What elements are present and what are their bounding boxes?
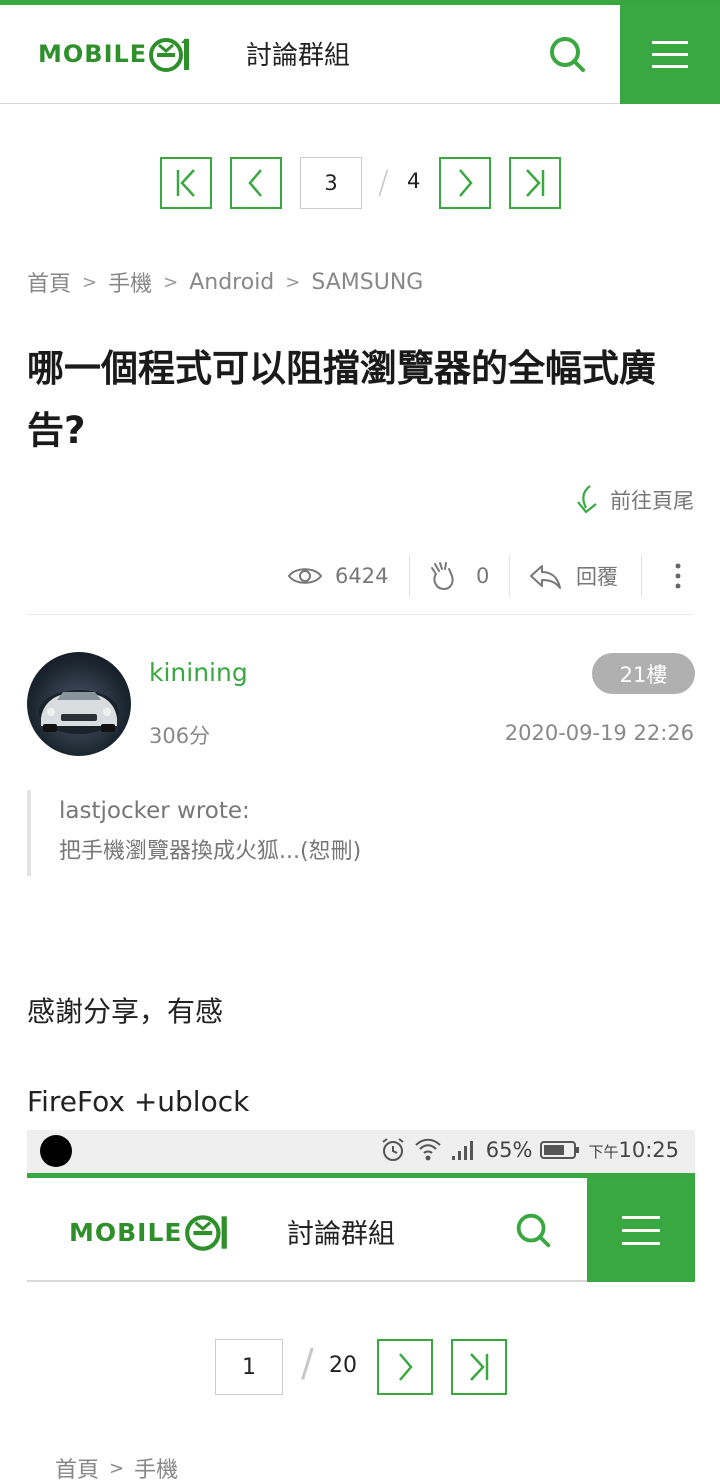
avatar[interactable] bbox=[27, 652, 131, 756]
menu-line bbox=[652, 53, 688, 56]
user-score: 306分 bbox=[149, 724, 211, 748]
chevron-left-icon bbox=[248, 169, 262, 197]
breadcrumb-home[interactable]: 首頁 bbox=[27, 266, 71, 298]
stats-divider bbox=[641, 555, 642, 597]
menu-line bbox=[622, 1215, 660, 1219]
breadcrumb-phones: 手機 bbox=[134, 1458, 179, 1480]
quote-text: 把手機瀏覽器換成火狐...(恕刪) bbox=[59, 839, 362, 864]
last-page-button[interactable] bbox=[509, 157, 561, 209]
more-options-button[interactable] bbox=[668, 555, 688, 597]
pagination: 3 / 4 bbox=[0, 157, 720, 211]
pager-slash: / bbox=[378, 163, 389, 201]
time-period: 下午 bbox=[588, 1143, 619, 1161]
status-bar: 65% 下午10:25 bbox=[27, 1130, 695, 1173]
breadcrumb-samsung[interactable]: SAMSUNG bbox=[311, 270, 423, 295]
post-datetime: 2020-09-19 22:26 bbox=[504, 721, 694, 745]
chevron-right-icon bbox=[399, 1353, 413, 1381]
logo-text: MOBILE bbox=[69, 1217, 183, 1247]
menu-line bbox=[622, 1228, 660, 1232]
post-body-text: FireFox +ublock bbox=[27, 1085, 250, 1118]
quote-block: lastjocker wrote: 把手機瀏覽器換成火狐...(恕刪) bbox=[27, 790, 667, 876]
logo-text: MOBILE bbox=[38, 40, 148, 68]
stats-divider bbox=[409, 555, 410, 597]
pagination: 1 / 20 bbox=[27, 1339, 695, 1397]
arrow-down-icon bbox=[577, 485, 597, 514]
clap-icon bbox=[431, 562, 454, 591]
last-page-button bbox=[451, 1339, 507, 1395]
pager-slash: / bbox=[301, 1341, 314, 1385]
signal-icon bbox=[451, 1141, 473, 1160]
breadcrumb-android[interactable]: Android bbox=[189, 270, 274, 295]
view-count: 6424 bbox=[287, 555, 388, 597]
chevron-right-icon: > bbox=[163, 271, 179, 293]
quote-author: lastjocker wrote: bbox=[59, 798, 250, 824]
clock-time: 10:25 bbox=[618, 1138, 679, 1162]
status-icons: 65% 下午10:25 bbox=[380, 1137, 679, 1163]
page-number-input: 1 bbox=[215, 1339, 283, 1395]
first-page-button[interactable] bbox=[160, 157, 212, 209]
breadcrumb-home: 首頁 bbox=[55, 1458, 100, 1480]
eye-icon bbox=[287, 568, 323, 584]
like-count: 0 bbox=[476, 564, 490, 588]
next-page-button bbox=[377, 1339, 433, 1395]
chevron-right-icon bbox=[459, 169, 473, 197]
search-button[interactable] bbox=[544, 31, 590, 77]
attached-screenshot-image[interactable]: 65% 下午10:25 MOBILE 討論群組 1 / 20 首頁 > 手機 bbox=[27, 1130, 695, 1480]
search-icon bbox=[550, 37, 585, 72]
total-pages: 4 bbox=[407, 169, 421, 193]
logo-mark-icon bbox=[184, 1215, 227, 1251]
go-to-bottom-label: 前往頁尾 bbox=[610, 489, 694, 513]
logo-mark-icon bbox=[149, 38, 190, 72]
battery-percent: 65% bbox=[485, 1138, 533, 1162]
car-avatar-image bbox=[39, 690, 119, 734]
camera-cutout bbox=[40, 1135, 72, 1167]
section-divider bbox=[27, 614, 693, 615]
header-title: 討論群組 bbox=[287, 1219, 395, 1250]
chevron-right-icon: > bbox=[82, 271, 98, 293]
reply-icon bbox=[530, 565, 561, 589]
menu-line bbox=[622, 1241, 660, 1245]
reply-button[interactable]: 回覆 bbox=[528, 555, 618, 597]
last-page-icon bbox=[526, 169, 545, 197]
menu-line bbox=[652, 65, 688, 68]
header-title: 討論群組 bbox=[246, 41, 351, 71]
breadcrumb: 首頁 > 手機 bbox=[55, 1452, 178, 1480]
search-button bbox=[511, 1208, 555, 1252]
alarm-clock-icon bbox=[382, 1138, 404, 1161]
more-vertical-icon bbox=[675, 563, 681, 589]
search-icon bbox=[516, 1213, 551, 1248]
hamburger-menu-button bbox=[587, 1178, 695, 1282]
mobile01-logo: MOBILE bbox=[69, 1212, 231, 1252]
username-link[interactable]: kinining bbox=[149, 658, 248, 687]
hamburger-menu-button[interactable] bbox=[620, 5, 720, 104]
page-number-input[interactable]: 3 bbox=[300, 157, 362, 209]
prev-page-button[interactable] bbox=[230, 157, 282, 209]
like-button[interactable]: 0 bbox=[428, 555, 489, 597]
reply-label: 回覆 bbox=[576, 565, 618, 589]
thread-title: 哪一個程式可以阻擋瀏覽器的全幅式廣告? bbox=[27, 347, 656, 452]
next-page-button[interactable] bbox=[439, 157, 491, 209]
last-page-icon bbox=[470, 1353, 489, 1381]
site-header: MOBILE 討論群組 bbox=[27, 1178, 695, 1282]
stats-divider bbox=[509, 555, 510, 597]
wifi-icon bbox=[415, 1138, 441, 1161]
first-page-icon bbox=[176, 169, 195, 197]
total-pages: 20 bbox=[329, 1353, 357, 1378]
chevron-right-icon: > bbox=[109, 1457, 125, 1479]
floor-badge[interactable]: 21樓 bbox=[592, 653, 695, 694]
chevron-right-icon: > bbox=[285, 271, 301, 293]
mobile01-logo[interactable]: MOBILE bbox=[38, 35, 193, 73]
battery-icon bbox=[540, 1141, 580, 1159]
breadcrumb-phones[interactable]: 手機 bbox=[108, 266, 152, 298]
menu-line bbox=[652, 41, 688, 44]
site-header: MOBILE 討論群組 bbox=[0, 5, 720, 104]
breadcrumb: 首頁 > 手機 > Android > SAMSUNG bbox=[27, 266, 423, 298]
view-count-value: 6424 bbox=[335, 564, 389, 588]
go-to-bottom-link[interactable]: 前往頁尾 bbox=[572, 484, 694, 516]
thread-stats: 6424 0 回覆 bbox=[0, 555, 720, 599]
post-body-text: 感謝分享，有感 bbox=[27, 995, 224, 1028]
